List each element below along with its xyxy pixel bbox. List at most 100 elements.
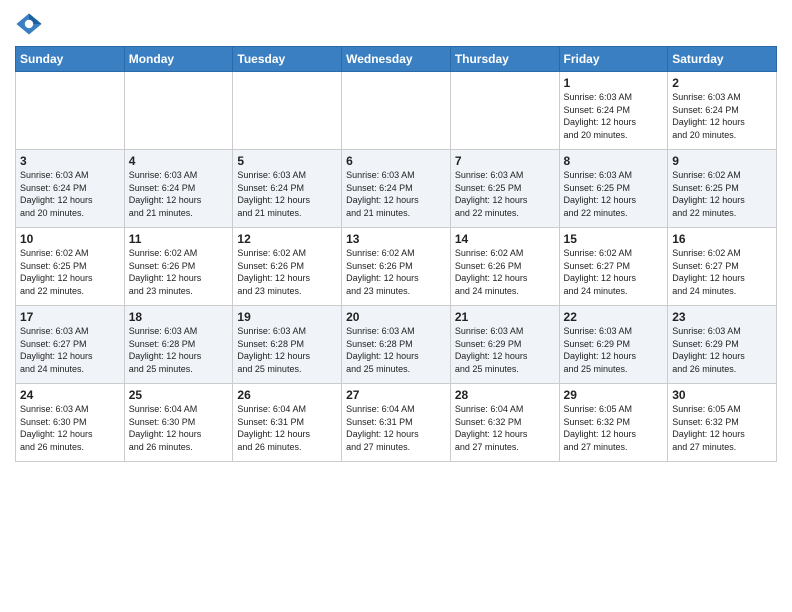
day-info: Sunrise: 6:03 AM Sunset: 6:28 PM Dayligh…: [237, 325, 337, 375]
day-info: Sunrise: 6:03 AM Sunset: 6:27 PM Dayligh…: [20, 325, 120, 375]
calendar-cell: [450, 72, 559, 150]
day-number: 24: [20, 388, 120, 402]
weekday-header-row: SundayMondayTuesdayWednesdayThursdayFrid…: [16, 47, 777, 72]
day-number: 7: [455, 154, 555, 168]
day-number: 23: [672, 310, 772, 324]
calendar-cell: 15Sunrise: 6:02 AM Sunset: 6:27 PM Dayli…: [559, 228, 668, 306]
day-info: Sunrise: 6:03 AM Sunset: 6:29 PM Dayligh…: [564, 325, 664, 375]
calendar-cell: 8Sunrise: 6:03 AM Sunset: 6:25 PM Daylig…: [559, 150, 668, 228]
logo: [15, 10, 45, 38]
day-info: Sunrise: 6:02 AM Sunset: 6:25 PM Dayligh…: [672, 169, 772, 219]
calendar-cell: 11Sunrise: 6:02 AM Sunset: 6:26 PM Dayli…: [124, 228, 233, 306]
day-number: 30: [672, 388, 772, 402]
calendar-cell: 16Sunrise: 6:02 AM Sunset: 6:27 PM Dayli…: [668, 228, 777, 306]
header: [15, 10, 777, 38]
day-number: 14: [455, 232, 555, 246]
logo-icon: [15, 10, 43, 38]
calendar-cell: 26Sunrise: 6:04 AM Sunset: 6:31 PM Dayli…: [233, 384, 342, 462]
day-info: Sunrise: 6:03 AM Sunset: 6:29 PM Dayligh…: [672, 325, 772, 375]
day-info: Sunrise: 6:05 AM Sunset: 6:32 PM Dayligh…: [672, 403, 772, 453]
calendar-table: SundayMondayTuesdayWednesdayThursdayFrid…: [15, 46, 777, 462]
day-number: 28: [455, 388, 555, 402]
weekday-header: Saturday: [668, 47, 777, 72]
calendar-cell: 30Sunrise: 6:05 AM Sunset: 6:32 PM Dayli…: [668, 384, 777, 462]
day-info: Sunrise: 6:02 AM Sunset: 6:25 PM Dayligh…: [20, 247, 120, 297]
day-number: 27: [346, 388, 446, 402]
day-number: 9: [672, 154, 772, 168]
weekday-header: Friday: [559, 47, 668, 72]
calendar-week-row: 24Sunrise: 6:03 AM Sunset: 6:30 PM Dayli…: [16, 384, 777, 462]
day-number: 29: [564, 388, 664, 402]
calendar-cell: 20Sunrise: 6:03 AM Sunset: 6:28 PM Dayli…: [342, 306, 451, 384]
day-number: 5: [237, 154, 337, 168]
calendar-cell: 6Sunrise: 6:03 AM Sunset: 6:24 PM Daylig…: [342, 150, 451, 228]
calendar-cell: 18Sunrise: 6:03 AM Sunset: 6:28 PM Dayli…: [124, 306, 233, 384]
day-number: 10: [20, 232, 120, 246]
day-info: Sunrise: 6:05 AM Sunset: 6:32 PM Dayligh…: [564, 403, 664, 453]
calendar-week-row: 17Sunrise: 6:03 AM Sunset: 6:27 PM Dayli…: [16, 306, 777, 384]
day-number: 26: [237, 388, 337, 402]
calendar-week-row: 1Sunrise: 6:03 AM Sunset: 6:24 PM Daylig…: [16, 72, 777, 150]
day-number: 12: [237, 232, 337, 246]
calendar-cell: 14Sunrise: 6:02 AM Sunset: 6:26 PM Dayli…: [450, 228, 559, 306]
day-number: 20: [346, 310, 446, 324]
calendar-cell: 29Sunrise: 6:05 AM Sunset: 6:32 PM Dayli…: [559, 384, 668, 462]
calendar-cell: 7Sunrise: 6:03 AM Sunset: 6:25 PM Daylig…: [450, 150, 559, 228]
day-number: 22: [564, 310, 664, 324]
day-info: Sunrise: 6:03 AM Sunset: 6:29 PM Dayligh…: [455, 325, 555, 375]
day-info: Sunrise: 6:02 AM Sunset: 6:26 PM Dayligh…: [129, 247, 229, 297]
day-number: 21: [455, 310, 555, 324]
calendar-cell: 25Sunrise: 6:04 AM Sunset: 6:30 PM Dayli…: [124, 384, 233, 462]
day-number: 4: [129, 154, 229, 168]
day-number: 6: [346, 154, 446, 168]
day-number: 19: [237, 310, 337, 324]
weekday-header: Wednesday: [342, 47, 451, 72]
day-info: Sunrise: 6:02 AM Sunset: 6:26 PM Dayligh…: [237, 247, 337, 297]
day-info: Sunrise: 6:02 AM Sunset: 6:27 PM Dayligh…: [564, 247, 664, 297]
calendar-cell: 28Sunrise: 6:04 AM Sunset: 6:32 PM Dayli…: [450, 384, 559, 462]
day-number: 13: [346, 232, 446, 246]
day-info: Sunrise: 6:03 AM Sunset: 6:24 PM Dayligh…: [237, 169, 337, 219]
calendar-cell: 27Sunrise: 6:04 AM Sunset: 6:31 PM Dayli…: [342, 384, 451, 462]
day-info: Sunrise: 6:03 AM Sunset: 6:24 PM Dayligh…: [564, 91, 664, 141]
calendar-cell: 22Sunrise: 6:03 AM Sunset: 6:29 PM Dayli…: [559, 306, 668, 384]
calendar-cell: 10Sunrise: 6:02 AM Sunset: 6:25 PM Dayli…: [16, 228, 125, 306]
calendar-cell: 13Sunrise: 6:02 AM Sunset: 6:26 PM Dayli…: [342, 228, 451, 306]
calendar-cell: 2Sunrise: 6:03 AM Sunset: 6:24 PM Daylig…: [668, 72, 777, 150]
calendar-cell: 9Sunrise: 6:02 AM Sunset: 6:25 PM Daylig…: [668, 150, 777, 228]
day-number: 8: [564, 154, 664, 168]
day-info: Sunrise: 6:03 AM Sunset: 6:24 PM Dayligh…: [20, 169, 120, 219]
calendar-cell: [342, 72, 451, 150]
calendar-week-row: 10Sunrise: 6:02 AM Sunset: 6:25 PM Dayli…: [16, 228, 777, 306]
day-info: Sunrise: 6:03 AM Sunset: 6:24 PM Dayligh…: [672, 91, 772, 141]
day-number: 25: [129, 388, 229, 402]
calendar-cell: [124, 72, 233, 150]
day-info: Sunrise: 6:03 AM Sunset: 6:24 PM Dayligh…: [129, 169, 229, 219]
day-number: 1: [564, 76, 664, 90]
day-info: Sunrise: 6:04 AM Sunset: 6:32 PM Dayligh…: [455, 403, 555, 453]
calendar-cell: 24Sunrise: 6:03 AM Sunset: 6:30 PM Dayli…: [16, 384, 125, 462]
calendar-cell: 5Sunrise: 6:03 AM Sunset: 6:24 PM Daylig…: [233, 150, 342, 228]
day-info: Sunrise: 6:03 AM Sunset: 6:30 PM Dayligh…: [20, 403, 120, 453]
day-info: Sunrise: 6:02 AM Sunset: 6:27 PM Dayligh…: [672, 247, 772, 297]
page: SundayMondayTuesdayWednesdayThursdayFrid…: [0, 0, 792, 477]
day-number: 16: [672, 232, 772, 246]
day-info: Sunrise: 6:03 AM Sunset: 6:28 PM Dayligh…: [129, 325, 229, 375]
weekday-header: Thursday: [450, 47, 559, 72]
calendar-cell: 21Sunrise: 6:03 AM Sunset: 6:29 PM Dayli…: [450, 306, 559, 384]
day-info: Sunrise: 6:03 AM Sunset: 6:24 PM Dayligh…: [346, 169, 446, 219]
calendar-cell: 12Sunrise: 6:02 AM Sunset: 6:26 PM Dayli…: [233, 228, 342, 306]
day-number: 17: [20, 310, 120, 324]
day-info: Sunrise: 6:03 AM Sunset: 6:25 PM Dayligh…: [455, 169, 555, 219]
calendar-cell: [233, 72, 342, 150]
calendar-cell: 3Sunrise: 6:03 AM Sunset: 6:24 PM Daylig…: [16, 150, 125, 228]
day-info: Sunrise: 6:04 AM Sunset: 6:31 PM Dayligh…: [237, 403, 337, 453]
day-number: 3: [20, 154, 120, 168]
calendar-week-row: 3Sunrise: 6:03 AM Sunset: 6:24 PM Daylig…: [16, 150, 777, 228]
day-info: Sunrise: 6:04 AM Sunset: 6:30 PM Dayligh…: [129, 403, 229, 453]
weekday-header: Tuesday: [233, 47, 342, 72]
calendar-cell: 23Sunrise: 6:03 AM Sunset: 6:29 PM Dayli…: [668, 306, 777, 384]
day-info: Sunrise: 6:03 AM Sunset: 6:28 PM Dayligh…: [346, 325, 446, 375]
day-info: Sunrise: 6:04 AM Sunset: 6:31 PM Dayligh…: [346, 403, 446, 453]
calendar-cell: 4Sunrise: 6:03 AM Sunset: 6:24 PM Daylig…: [124, 150, 233, 228]
